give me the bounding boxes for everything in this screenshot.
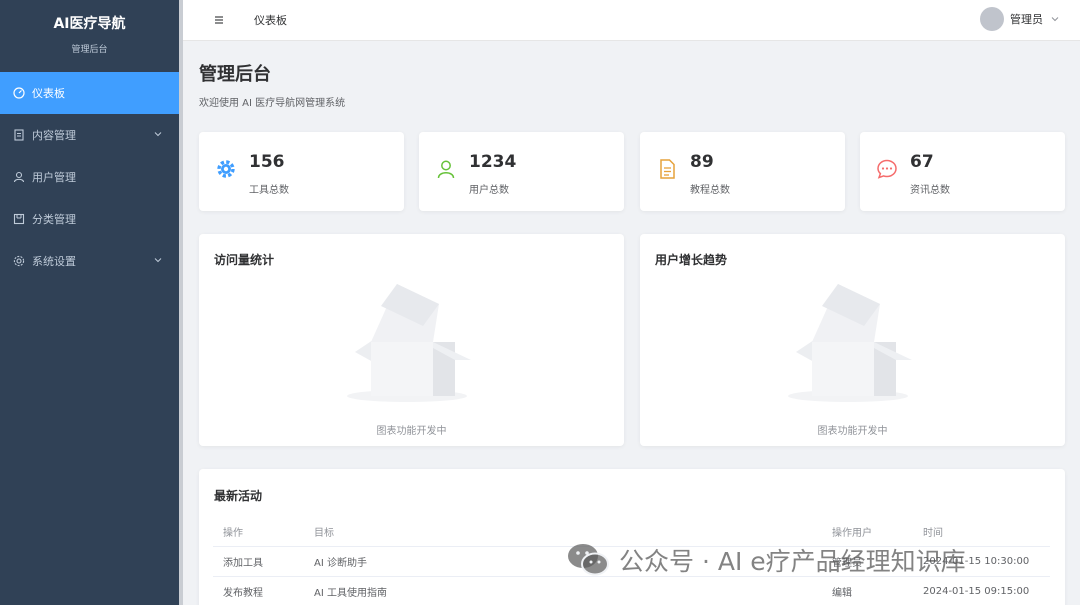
header: 仪表板 管理员: [183, 0, 1080, 41]
stat-card-tutorials: 89 教程总数: [640, 132, 845, 211]
brand-title: AI医疗导航: [53, 16, 126, 32]
stat-value: 1234: [469, 152, 517, 172]
sidebar: AI医疗导航 管理后台 仪表板 内容管理 用户管理 分类管理 系统设置: [0, 0, 179, 605]
card-title: 最新活动: [214, 489, 263, 503]
wechat-icon: [567, 542, 609, 578]
column-header: 操作用户: [832, 528, 872, 539]
sidebar-item-label: 系统设置: [32, 255, 76, 268]
gauge-icon: [12, 86, 26, 100]
sidebar-item-categories[interactable]: 分类管理: [0, 198, 179, 240]
sidebar-item-dashboard[interactable]: 仪表板: [0, 72, 179, 114]
empty-text: 图表功能开发中: [376, 426, 447, 437]
recent-activity-card: 最新活动 操作 目标 操作用户 时间 添加工具 AI 诊断助手 管理员 2024…: [199, 469, 1065, 605]
column-header: 操作: [223, 528, 243, 539]
stat-value: 156: [249, 152, 285, 172]
avatar[interactable]: [980, 7, 1004, 31]
stat-card-news: 67 资讯总数: [860, 132, 1065, 211]
stat-label: 用户总数: [469, 185, 509, 196]
hamburger-icon[interactable]: [214, 15, 224, 25]
sidebar-item-label: 内容管理: [32, 129, 76, 142]
empty-text: 图表功能开发中: [817, 426, 888, 437]
sidebar-item-label: 仪表板: [32, 87, 65, 100]
sidebar-scrollbar[interactable]: [179, 0, 183, 605]
chevron-down-icon: [153, 129, 163, 139]
stat-label: 工具总数: [249, 185, 289, 196]
user-icon: [435, 158, 457, 180]
watermark: 公众号 · AI e疗产品经理知识库: [567, 542, 966, 578]
sidebar-item-content[interactable]: 内容管理: [0, 114, 179, 156]
table-row: 发布教程 AI 工具使用指南 编辑 2024-01-15 09:15:00: [213, 577, 1050, 605]
table-cell: AI 工具使用指南: [314, 588, 387, 599]
chat-icon: [876, 158, 898, 180]
sidebar-item-users[interactable]: 用户管理: [0, 156, 179, 198]
folder-icon: [12, 212, 26, 226]
sidebar-item-label: 分类管理: [32, 213, 76, 226]
chevron-down-icon[interactable]: [1050, 14, 1060, 24]
stat-value: 67: [910, 152, 934, 172]
stat-value: 89: [690, 152, 714, 172]
stat-card-tools: 156 工具总数: [199, 132, 404, 211]
column-header: 目标: [314, 528, 334, 539]
document-icon: [656, 158, 678, 180]
empty-box-icon: [788, 280, 918, 406]
stat-label: 教程总数: [690, 185, 730, 196]
card-title: 访问量统计: [214, 253, 275, 267]
stat-card-users: 1234 用户总数: [419, 132, 624, 211]
user-menu[interactable]: 管理员: [980, 7, 1060, 31]
chart-card-visits: 访问量统计 图表功能开发中: [199, 234, 624, 446]
sidebar-item-settings[interactable]: 系统设置: [0, 240, 179, 282]
stat-label: 资讯总数: [910, 185, 950, 196]
page-subtitle: 欢迎使用 AI 医疗导航网管理系统: [199, 98, 346, 109]
brand-subtitle: 管理后台: [71, 45, 108, 55]
gear-icon: [12, 254, 26, 268]
chart-card-user-growth: 用户增长趋势 图表功能开发中: [640, 234, 1065, 446]
chevron-down-icon: [153, 255, 163, 265]
user-name[interactable]: 管理员: [1010, 11, 1043, 27]
table-cell: 2024-01-15 09:15:00: [923, 586, 1030, 597]
column-header: 时间: [923, 528, 943, 539]
breadcrumb[interactable]: 仪表板: [254, 12, 287, 28]
user-icon: [12, 170, 26, 184]
document-icon: [12, 128, 26, 142]
brand: AI医疗导航 管理后台: [0, 0, 179, 72]
table-cell: 发布教程: [223, 588, 263, 599]
table-cell: 添加工具: [223, 558, 263, 569]
card-title: 用户增长趋势: [655, 253, 728, 267]
table-cell: 编辑: [832, 588, 852, 599]
gear-icon: [215, 158, 237, 180]
page-title: 管理后台: [199, 64, 271, 85]
sidebar-item-label: 用户管理: [32, 171, 76, 184]
watermark-text: 公众号 · AI e疗产品经理知识库: [619, 547, 966, 576]
empty-box-icon: [347, 280, 477, 406]
